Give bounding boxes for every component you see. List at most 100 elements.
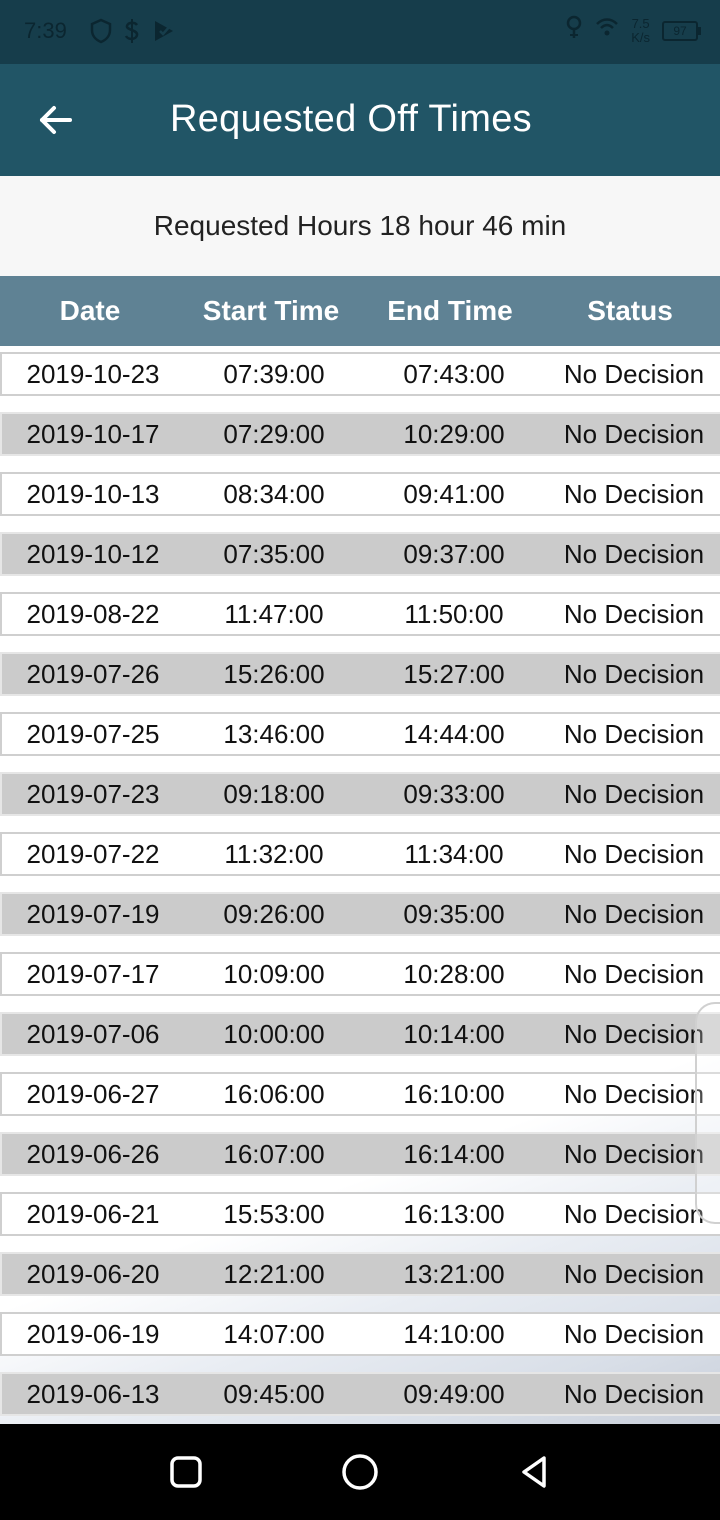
cell-start-time: 08:34:00 [223, 479, 325, 509]
cell-date: 2019-10-13 [26, 479, 160, 509]
system-back-button[interactable] [510, 1448, 558, 1496]
cell-status: No Decision [563, 1139, 705, 1169]
requested-hours-summary: Requested Hours 18 hour 46 min [0, 176, 720, 276]
cell-end-time: 09:37:00 [403, 539, 505, 569]
cell-date: 2019-07-23 [26, 779, 160, 809]
shield-icon [90, 18, 112, 51]
back-button[interactable] [28, 92, 84, 148]
cell-status: No Decision [563, 959, 705, 989]
cell-date: 2019-10-12 [26, 539, 160, 569]
cell-start-time: 10:00:00 [223, 1019, 325, 1049]
cell-end-time: 09:33:00 [403, 779, 505, 809]
status-left-icons [90, 18, 176, 51]
cell-end-time: 13:21:00 [403, 1259, 505, 1289]
home-button[interactable] [336, 1448, 384, 1496]
cell-start-time: 09:45:00 [223, 1379, 325, 1409]
cell-start-time: 09:26:00 [223, 899, 325, 929]
cell-status: No Decision [563, 659, 705, 689]
table-row[interactable]: 2019-07-25 13:46:00 14:44:00 No Decision [0, 712, 720, 756]
header-status: Status [587, 295, 673, 326]
cell-end-time: 14:10:00 [403, 1319, 505, 1349]
table-row[interactable]: 2019-07-26 15:26:00 15:27:00 No Decision [0, 652, 720, 696]
cell-status: No Decision [563, 1079, 705, 1109]
cell-end-time: 15:27:00 [403, 659, 505, 689]
cell-end-time: 09:41:00 [403, 479, 505, 509]
cell-status: No Decision [563, 839, 705, 869]
cell-status: No Decision [563, 1259, 705, 1289]
table-row[interactable]: 2019-06-26 16:07:00 16:14:00 No Decision [0, 1132, 720, 1176]
table-row[interactable]: 2019-07-06 10:00:00 10:14:00 No Decision [0, 1012, 720, 1056]
cell-date: 2019-06-27 [26, 1079, 160, 1109]
cell-date: 2019-10-17 [26, 419, 160, 449]
cell-status: No Decision [563, 719, 705, 749]
cell-date: 2019-10-23 [26, 359, 160, 389]
home-circle-icon [342, 1454, 378, 1490]
status-time: 7:39 [24, 18, 67, 43]
table-row[interactable]: 2019-10-23 07:39:00 07:43:00 No Decision [0, 352, 720, 396]
cell-end-time: 11:50:00 [404, 599, 504, 629]
page-title: Requested Off Times [170, 98, 532, 140]
cell-date: 2019-06-19 [26, 1319, 160, 1349]
table-row[interactable]: 2019-07-23 09:18:00 09:33:00 No Decision [0, 772, 720, 816]
cell-status: No Decision [563, 779, 705, 809]
cell-start-time: 10:09:00 [223, 959, 325, 989]
cell-start-time: 11:47:00 [224, 599, 324, 629]
status-bar: 7:39 7.5 K/s 97 [0, 0, 720, 64]
cell-date: 2019-07-25 [26, 719, 160, 749]
cell-date: 2019-07-06 [26, 1019, 160, 1049]
cell-end-time: 10:14:00 [403, 1019, 505, 1049]
table-row[interactable]: 2019-06-20 12:21:00 13:21:00 No Decision [0, 1252, 720, 1296]
cell-end-time: 07:43:00 [403, 359, 505, 389]
table-row[interactable]: 2019-06-27 16:06:00 16:10:00 No Decision [0, 1072, 720, 1116]
cell-date: 2019-08-22 [26, 599, 160, 629]
table-row[interactable]: 2019-06-19 14:07:00 14:10:00 No Decision [0, 1312, 720, 1356]
battery-icon: 97 [662, 20, 701, 41]
cell-status: No Decision [563, 1319, 705, 1349]
recents-button[interactable] [162, 1448, 210, 1496]
status-right-icons: 7.5 K/s 97 [565, 14, 701, 47]
app-bar: Requested Off Times [0, 64, 720, 176]
scroll-handle[interactable] [695, 1002, 720, 1224]
cell-start-time: 09:18:00 [223, 779, 325, 809]
cell-end-time: 09:35:00 [403, 899, 505, 929]
cell-date: 2019-07-17 [26, 959, 160, 989]
net-speed-value: 7.5 [631, 15, 650, 31]
cell-start-time: 12:21:00 [223, 1259, 325, 1289]
cell-start-time: 16:07:00 [223, 1139, 325, 1169]
cell-status: No Decision [563, 899, 705, 929]
cell-status: No Decision [563, 1379, 705, 1409]
table-row[interactable]: 2019-10-13 08:34:00 09:41:00 No Decision [0, 472, 720, 516]
location-pin-icon [565, 14, 583, 47]
table-row[interactable]: 2019-06-13 09:45:00 09:49:00 No Decision [0, 1372, 720, 1416]
cell-end-time: 16:13:00 [403, 1199, 505, 1229]
cell-end-time: 10:29:00 [403, 419, 505, 449]
cell-status: No Decision [563, 419, 705, 449]
cell-start-time: 07:29:00 [223, 419, 325, 449]
cell-status: No Decision [563, 359, 705, 389]
requests-table-body[interactable]: 2019-10-23 07:39:00 07:43:00 No Decision 201… [0, 346, 720, 1424]
net-speed: 7.5 K/s [631, 15, 650, 45]
cell-end-time: 09:49:00 [403, 1379, 505, 1409]
cell-end-time: 11:34:00 [404, 839, 504, 869]
table-row[interactable]: 2019-10-17 07:29:00 10:29:00 No Decision [0, 412, 720, 456]
cell-date: 2019-06-20 [26, 1259, 160, 1289]
back-triangle-icon [522, 1456, 546, 1488]
cell-start-time: 07:39:00 [223, 359, 325, 389]
cell-date: 2019-07-26 [26, 659, 160, 689]
net-speed-unit: K/s [631, 29, 650, 45]
cell-start-time: 07:35:00 [223, 539, 325, 569]
cell-status: No Decision [563, 599, 705, 629]
cell-end-time: 10:28:00 [403, 959, 505, 989]
cell-end-time: 16:14:00 [403, 1139, 505, 1169]
table-row[interactable]: 2019-06-21 15:53:00 16:13:00 No Decision [0, 1192, 720, 1236]
header-end-time: End Time [387, 295, 513, 326]
table-header: Date Start Time End Time Status [0, 276, 720, 346]
table-row[interactable]: 2019-07-19 09:26:00 09:35:00 No Decision [0, 892, 720, 936]
table-row[interactable]: 2019-10-12 07:35:00 09:37:00 No Decision [0, 532, 720, 576]
cell-start-time: 15:26:00 [223, 659, 325, 689]
table-row[interactable]: 2019-07-17 10:09:00 10:28:00 No Decision [0, 952, 720, 996]
cell-status: No Decision [563, 1019, 705, 1049]
table-row[interactable]: 2019-07-22 11:32:00 11:34:00 No Decision [0, 832, 720, 876]
table-row[interactable]: 2019-08-22 11:47:00 11:50:00 No Decision [0, 592, 720, 636]
battery-level: 97 [673, 23, 687, 38]
